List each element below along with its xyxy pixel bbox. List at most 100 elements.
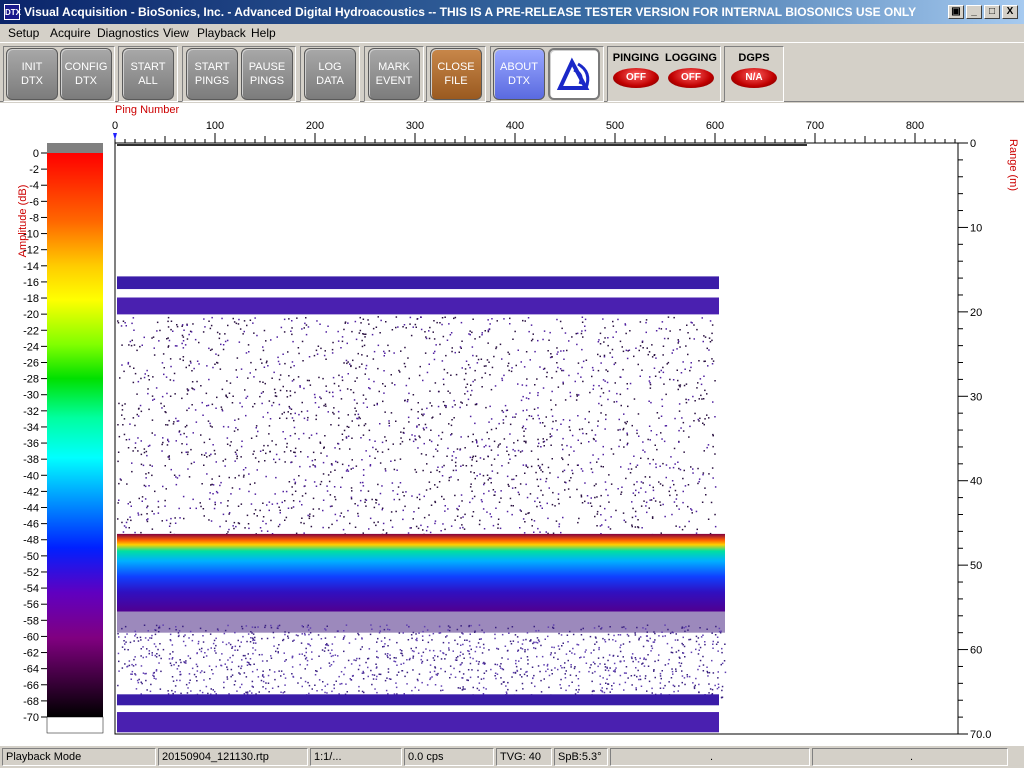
start-all-button[interactable]: START ALL [122,48,174,100]
echo-speck [358,424,360,427]
echo-speck [472,354,474,357]
echo-speck [537,414,539,417]
menu-acquire[interactable]: Acquire [50,26,91,40]
ping-cursor-icon[interactable] [113,133,117,140]
echo-speck [658,654,660,656]
echo-speck [377,521,379,523]
echo-speck [441,360,444,362]
echo-speck [273,636,275,639]
echo-speck [224,663,226,665]
about-dtx-button[interactable]: ABOUT DTX [493,48,545,100]
echo-speck [232,317,234,320]
echo-speck [227,659,229,661]
echo-speck [289,390,292,392]
echo-speck [154,654,156,657]
echo-speck [135,688,138,690]
echo-speck [334,469,336,471]
deep-layer-2 [117,712,719,733]
echo-speck [177,420,180,422]
echo-speck [337,330,339,333]
echo-speck [215,490,218,493]
echo-speck [488,477,491,479]
echo-speck [577,372,579,375]
start-pings-button[interactable]: START PINGS [186,48,238,100]
echo-speck [137,514,140,516]
echo-speck [583,656,585,658]
echo-speck [166,424,169,426]
echo-speck [132,417,135,419]
echo-speck [241,625,243,628]
echo-speck [716,636,719,638]
pause-pings-button[interactable]: PAUSE PINGS [241,48,293,100]
echo-speck [176,679,178,682]
echo-speck [341,336,344,338]
echo-speck [267,444,269,447]
menu-playback[interactable]: Playback [197,26,246,40]
maximize-button[interactable]: □ [984,5,1000,19]
menu-view[interactable]: View [163,26,189,40]
echo-speck [362,474,365,476]
log-data-button[interactable]: LOG DATA [304,48,356,100]
echo-speck [661,438,663,440]
echo-speck [642,347,644,349]
config-dtx-button[interactable]: CONFIG DTX [60,48,112,100]
echo-speck [547,466,550,469]
echo-speck [358,685,360,688]
restore-icon[interactable]: ▣ [948,5,964,19]
echo-speck [362,672,365,674]
echo-speck [580,376,582,378]
echo-speck [622,368,624,371]
echo-speck [658,481,660,483]
echo-speck [361,672,364,674]
close-button[interactable]: X [1002,5,1018,19]
minimize-button[interactable]: _ [966,5,982,19]
echo-speck [483,672,486,674]
echo-speck [186,388,189,390]
echo-speck [459,346,462,348]
close-file-button[interactable]: CLOSE FILE [430,48,482,100]
echo-speck [471,669,473,671]
echo-speck [505,415,507,418]
echo-speck [688,436,690,438]
echo-speck [557,668,559,671]
init-dtx-button[interactable]: INIT DTX [6,48,58,100]
echo-speck [227,426,230,428]
echo-speck [387,448,390,451]
echo-speck [658,327,660,330]
echo-speck [172,379,175,382]
biosonics-logo-icon[interactable] [548,48,600,100]
echo-speck [485,406,487,409]
echo-speck [501,465,503,467]
echo-speck [462,673,465,675]
echo-speck [697,637,700,639]
echo-speck [324,403,327,405]
echo-speck [441,475,444,477]
echo-speck [291,327,293,329]
echo-speck [582,627,584,630]
echo-speck [481,386,483,388]
echo-speck [580,628,582,631]
echo-speck [303,387,305,390]
echo-speck [396,641,398,644]
echo-speck [486,511,488,513]
echo-speck [209,678,211,680]
menu-help[interactable]: Help [251,26,276,40]
echo-speck [581,502,584,504]
echo-speck [265,475,267,478]
echo-speck [129,423,131,425]
mark-event-button[interactable]: MARK EVENT [368,48,420,100]
menu-diagnostics[interactable]: Diagnostics [97,26,159,40]
echo-speck [140,513,143,516]
echo-speck [303,532,305,534]
echo-speck [246,664,249,666]
echo-speck [425,426,428,429]
x-tick-label: 200 [306,120,324,132]
echo-speck [371,683,373,686]
echo-speck [304,680,307,683]
echo-speck [347,373,349,375]
echo-speck [179,671,181,673]
echo-speck [284,461,286,463]
echo-speck [385,321,387,323]
menu-setup[interactable]: Setup [8,26,39,40]
echo-speck [291,493,294,496]
